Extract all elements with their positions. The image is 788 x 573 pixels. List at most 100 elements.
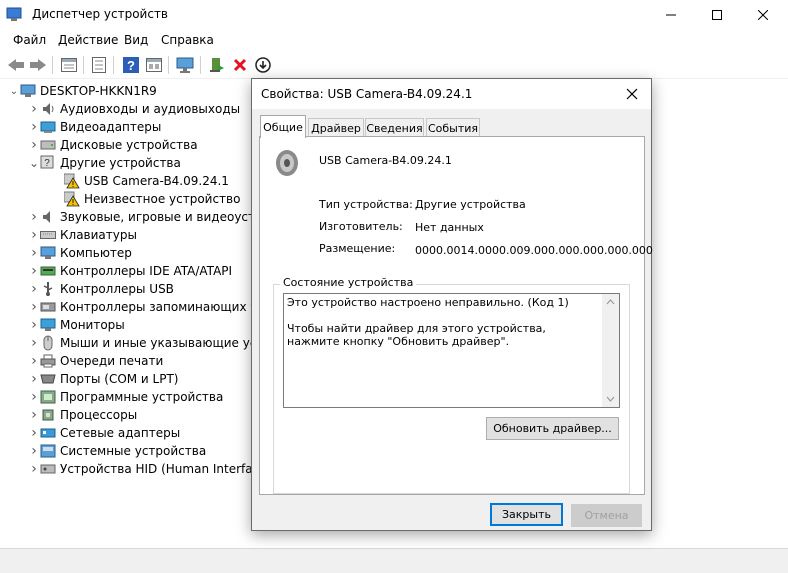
tree-item[interactable]: › Программные устройства — [28, 388, 223, 406]
ide-icon — [40, 263, 56, 279]
chevron-right-icon[interactable]: › — [28, 352, 40, 370]
chevron-right-icon[interactable]: › — [28, 424, 40, 442]
forward-icon[interactable] — [28, 55, 48, 75]
tree-item-label: Очереди печати — [60, 354, 164, 368]
tree-item[interactable]: › Аудиовходы и аудиовыходы — [28, 100, 240, 118]
close-dialog-button[interactable]: Закрыть — [490, 503, 563, 526]
menu-help[interactable]: Справка — [161, 33, 214, 47]
list-icon[interactable] — [89, 55, 109, 75]
cancel-button[interactable]: Отмена — [571, 504, 642, 527]
view-icon[interactable] — [144, 55, 164, 75]
device-status-text: Это устройство настроено неправильно. (К… — [287, 296, 569, 348]
status-scrollbar[interactable] — [602, 294, 619, 407]
toolbar: ? — [0, 52, 788, 79]
chevron-right-icon[interactable]: › — [28, 334, 40, 352]
chevron-right-icon[interactable]: › — [28, 316, 40, 334]
tree-item-label: Мониторы — [60, 318, 125, 332]
tree-item[interactable]: › Контроллеры запоминающих уст — [28, 298, 271, 316]
tree-root[interactable]: ⌄ DESKTOP-HKKN1R9 — [8, 82, 157, 100]
mouse-icon — [40, 335, 56, 351]
device-status-textbox[interactable]: Это устройство настроено неправильно. (К… — [283, 293, 620, 408]
tree-item[interactable]: › Очереди печати — [28, 352, 163, 370]
close-icon — [626, 88, 638, 100]
system-icon — [40, 443, 56, 459]
tree-child-item[interactable]: USB Camera-B4.09.24.1 — [64, 172, 229, 190]
tree-item-label: Другие устройства — [60, 156, 181, 170]
tree-item[interactable]: › Устройства HID (Human Interface — [28, 460, 267, 478]
chevron-right-icon[interactable]: › — [28, 442, 40, 460]
tree-item[interactable]: ⌄? Другие устройства — [28, 154, 181, 172]
update-driver-button[interactable]: Обновить драйвер... — [486, 417, 619, 440]
tree-item-label: Контроллеры IDE ATA/ATAPI — [60, 264, 233, 278]
chevron-down-icon[interactable]: ⌄ — [8, 82, 20, 100]
tree-item[interactable]: › Мониторы — [28, 316, 125, 334]
tree-item-label: Компьютер — [60, 246, 132, 260]
chevron-right-icon[interactable]: › — [28, 298, 40, 316]
sound-icon — [40, 209, 56, 225]
tab-driver[interactable]: Драйвер — [308, 118, 364, 137]
chevron-right-icon[interactable]: › — [28, 208, 40, 226]
tree-item-label: Контроллеры запоминающих уст — [60, 300, 272, 314]
tree-item[interactable]: › Компьютер — [28, 244, 132, 262]
maximize-button[interactable] — [694, 0, 740, 30]
software-device-icon — [40, 389, 56, 405]
prop-location-label: Размещение: — [319, 242, 396, 255]
download-icon[interactable] — [253, 55, 273, 75]
tree-child-label: USB Camera-B4.09.24.1 — [84, 174, 229, 188]
chevron-down-icon[interactable]: ⌄ — [28, 154, 40, 172]
tree-item[interactable]: › Клавиатуры — [28, 226, 137, 244]
chevron-right-icon[interactable]: › — [28, 262, 40, 280]
tree-child-item[interactable]: Неизвестное устройство — [64, 190, 240, 208]
properties-icon[interactable] — [59, 55, 79, 75]
tree-item[interactable]: › Системные устройства — [28, 442, 206, 460]
menu-view[interactable]: Вид — [124, 33, 148, 47]
chevron-right-icon[interactable]: › — [28, 406, 40, 424]
device-status-title: Состояние устройства — [280, 276, 417, 289]
tree-item-label: Порты (COM и LPT) — [60, 372, 179, 386]
tree-item[interactable]: › Видеоадаптеры — [28, 118, 161, 136]
chevron-right-icon[interactable]: › — [28, 136, 40, 154]
chevron-right-icon[interactable]: › — [28, 388, 40, 406]
tree-item[interactable]: › Процессоры — [28, 406, 137, 424]
back-icon[interactable] — [6, 55, 26, 75]
chevron-right-icon[interactable]: › — [28, 460, 40, 478]
printer-icon — [40, 353, 56, 369]
menu-file[interactable]: Файл — [13, 33, 46, 47]
tab-general[interactable]: Общие — [260, 115, 306, 138]
device-manager-icon — [6, 6, 22, 22]
tree-item-label: Устройства HID (Human Interface — [60, 462, 267, 476]
chevron-right-icon[interactable]: › — [28, 118, 40, 136]
dialog-close-button[interactable] — [620, 82, 644, 106]
chevron-right-icon[interactable]: › — [28, 370, 40, 388]
help-icon[interactable]: ? — [121, 55, 141, 75]
chevron-right-icon[interactable]: › — [28, 280, 40, 298]
chevron-right-icon[interactable]: › — [28, 244, 40, 262]
tree-item[interactable]: › Контроллеры IDE ATA/ATAPI — [28, 262, 232, 280]
tree-item-label: Системные устройства — [60, 444, 207, 458]
uninstall-icon[interactable] — [230, 55, 250, 75]
tree-item[interactable]: › Порты (COM и LPT) — [28, 370, 178, 388]
storage-icon — [40, 299, 56, 315]
tree-item[interactable]: › Контроллеры USB — [28, 280, 174, 298]
tab-events[interactable]: События — [426, 118, 480, 137]
tree-item[interactable]: › Мыши и иные указывающие устр — [28, 334, 271, 352]
maximize-icon — [712, 10, 722, 20]
tab-details[interactable]: Сведения — [365, 118, 424, 137]
device-name: USB Camera-B4.09.24.1 — [319, 154, 452, 167]
chevron-right-icon[interactable]: › — [28, 226, 40, 244]
monitor-icon[interactable] — [175, 55, 195, 75]
chevron-right-icon[interactable]: › — [28, 100, 40, 118]
close-icon — [758, 10, 768, 20]
tree-item[interactable]: › Звуковые, игровые и видеоустро — [28, 208, 270, 226]
tree-item-label: Аудиовходы и аудиовыходы — [60, 102, 241, 116]
tree-item-label: Видеоадаптеры — [60, 120, 162, 134]
tree-item[interactable]: › Сетевые адаптеры — [28, 424, 180, 442]
close-button[interactable] — [740, 0, 786, 30]
tree-item-label: Клавиатуры — [60, 228, 137, 242]
menu-action[interactable]: Действие — [58, 33, 118, 47]
update-driver-icon[interactable] — [207, 55, 227, 75]
monitor-icon — [40, 317, 56, 333]
properties-dialog: Свойства: USB Camera-B4.09.24.1 Общие Др… — [251, 78, 653, 531]
tree-item[interactable]: › Дисковые устройства — [28, 136, 197, 154]
minimize-button[interactable] — [648, 0, 694, 30]
